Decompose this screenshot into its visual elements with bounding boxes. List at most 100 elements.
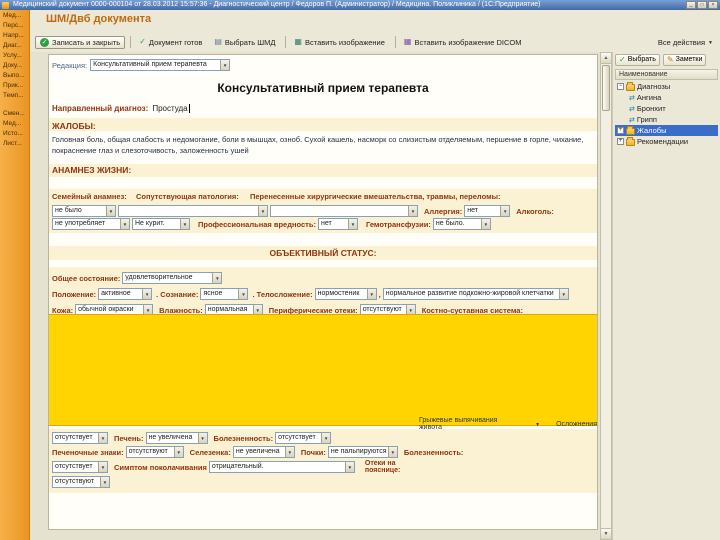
command-bar: Записать и закрыть Документ готов Выбрат…	[35, 34, 715, 50]
maximize-button[interactable]	[697, 1, 707, 9]
allergy-select[interactable]: нет	[464, 205, 511, 217]
save-and-close-button[interactable]: Записать и закрыть	[35, 35, 126, 49]
fat-tissue-select[interactable]: нормальное развитие подкожно-жировой кле…	[382, 288, 569, 300]
insert-image-button[interactable]: Вставить изображение	[289, 36, 389, 49]
abdomen-field-select[interactable]: отсутствует	[52, 432, 108, 444]
family-history-select[interactable]: не было	[52, 205, 116, 217]
liver-signs-select[interactable]: отсутствуют	[125, 446, 184, 458]
sidebar-item-9[interactable]: Темп...	[0, 90, 29, 100]
dropdown-arrow-icon	[238, 289, 248, 299]
body-build-select[interactable]: нормостеник	[314, 288, 377, 300]
dropdown-arrow-icon	[98, 433, 107, 443]
selection-highlight-block[interactable]	[49, 314, 597, 426]
tapping-symptom-select[interactable]: отрицательный.	[208, 461, 355, 473]
position-select[interactable]: активное	[98, 288, 153, 300]
kidneys-palpation-select[interactable]: не пальпируются	[327, 446, 398, 458]
surgery-select[interactable]	[270, 205, 418, 217]
sidebar-item-11[interactable]: Мед...	[0, 118, 29, 128]
dropdown-arrow-icon	[173, 447, 183, 457]
document-ready-button[interactable]: Документ готов	[134, 36, 207, 49]
sidebar-item-2[interactable]: Перс...	[0, 20, 29, 30]
objective-status-header: ОБЪЕКТИВНЫЙ СТАТУС:	[269, 248, 377, 258]
spleen-size-select[interactable]: не увеличена	[232, 446, 295, 458]
dropdown-arrow-icon	[106, 206, 115, 216]
scroll-up-button[interactable]	[601, 53, 611, 64]
scroll-down-button[interactable]	[601, 528, 611, 539]
edition-select[interactable]: Консультативный прием терапевта	[90, 59, 231, 71]
smoking-select[interactable]: Не курит.	[132, 218, 190, 230]
sections-panel: Мед... Перс... Напр... Диаг... Услу... Д…	[0, 10, 30, 540]
hernia-fragment[interactable]: Грыжевые выпячивания живота	[419, 417, 519, 431]
liver-pain-select[interactable]: отсутствует	[275, 432, 332, 444]
dropdown-arrow-icon	[500, 206, 510, 216]
form-area: ШМ/Двб документа Записать и закрыть Доку…	[30, 10, 720, 540]
text-cursor	[188, 104, 190, 113]
tree-item-diagnoses[interactable]: Диагнозы	[615, 81, 718, 92]
liver-label: Печень:	[114, 433, 144, 443]
vertical-scrollbar[interactable]	[600, 52, 612, 540]
surgery-label: Перенесенные хирургические вмешательства…	[250, 192, 501, 201]
folder-icon	[626, 82, 635, 91]
sidebar-item-6[interactable]: Доку...	[0, 60, 29, 70]
complaints-text[interactable]: Головная боль, общая слабость и недомога…	[52, 135, 592, 156]
sidebar-item-12[interactable]: Исто...	[0, 128, 29, 138]
sidebar-item-10[interactable]: Смен...	[0, 108, 29, 118]
consciousness-select[interactable]: ясное	[200, 288, 249, 300]
choose-template-button[interactable]: Выбрать ШМД	[209, 36, 280, 49]
template-panel-toolbar: Выбрать Заметки	[613, 52, 720, 67]
sidebar-item-13[interactable]: Лист...	[0, 138, 29, 148]
alcohol-select[interactable]: не употребляет	[52, 218, 130, 230]
tree-item-recommendations[interactable]: Рекомендации	[615, 136, 718, 147]
allergy-label: Аллергия:	[424, 206, 463, 216]
lumbar-edema-select[interactable]: отсутствуют	[52, 476, 110, 488]
template-sheet-icon	[214, 38, 222, 46]
liver-size-select[interactable]: не увеличена	[145, 432, 208, 444]
comorbidity-label: Сопутствующая патология:	[136, 192, 239, 201]
expand-icon[interactable]	[617, 138, 624, 145]
select-template-button[interactable]: Выбрать	[615, 53, 660, 66]
scrollbar-thumb[interactable]	[602, 65, 610, 111]
sidebar-item-5[interactable]: Услу...	[0, 50, 29, 60]
occupational-hazard-select[interactable]: нет	[317, 218, 358, 230]
sidebar-item-3[interactable]: Напр...	[0, 30, 29, 40]
general-condition-select[interactable]: удовлетворительное	[122, 272, 223, 284]
referral-diagnosis-label: Направленный диагноз:	[52, 104, 149, 113]
referral-diagnosis-value[interactable]: Простуда	[152, 104, 187, 113]
template-panel: Выбрать Заметки Наименование Диагнозы Ан…	[612, 52, 720, 540]
liver-pain-label: Болезненность:	[213, 433, 274, 443]
dropdown-arrow-icon	[480, 219, 490, 229]
minimize-button[interactable]	[686, 1, 696, 9]
kidney-pain-select[interactable]: отсутствует	[52, 461, 108, 473]
dropdown-arrow-icon	[120, 219, 129, 229]
window-titlebar: Медицинский документ 0000-000104 от 28.0…	[0, 0, 720, 10]
complications-fragment[interactable]: Осложнения	[556, 421, 597, 428]
tree-item-bronchitis[interactable]: Бронхит	[615, 103, 718, 114]
transfusion-select[interactable]: не было.	[432, 218, 491, 230]
sidebar-item-7[interactable]: Выпо...	[0, 70, 29, 80]
sidebar-item-8[interactable]: Прик...	[0, 80, 29, 90]
sidebar-item-4[interactable]: Диаг...	[0, 40, 29, 50]
dropdown-arrow-icon	[387, 447, 397, 457]
folder-icon	[626, 137, 635, 146]
close-button[interactable]	[708, 1, 718, 9]
all-actions-button[interactable]: Все действия	[658, 38, 715, 47]
dropdown-arrow-icon	[366, 289, 376, 299]
tree-item-angina[interactable]: Ангина	[615, 92, 718, 103]
insert-dicom-button[interactable]: Вставить изображение DICOM	[399, 36, 527, 49]
dropdown-arrow-icon	[408, 206, 417, 216]
template-leaf-icon	[629, 94, 635, 102]
tree-item-flu[interactable]: Грипп	[615, 114, 718, 125]
dicom-image-icon	[404, 38, 412, 46]
form-band	[49, 164, 597, 177]
kidney-pain-label: Болезненность:	[403, 447, 464, 457]
tapping-symptom-label: Симптом поколачивания	[114, 462, 207, 472]
collapse-icon[interactable]	[617, 83, 624, 90]
sidebar-item-1[interactable]: Мед...	[0, 10, 29, 20]
comorbidity-select[interactable]	[118, 205, 268, 217]
tree-item-complaints[interactable]: Жалобы	[615, 125, 718, 136]
complaints-header: ЖАЛОБЫ:	[52, 121, 96, 131]
notes-button[interactable]: Заметки	[662, 53, 707, 66]
general-condition-label: Общее состояние:	[52, 273, 121, 283]
liver-signs-label: Печеночные знаки:	[52, 447, 124, 457]
expand-icon[interactable]	[617, 127, 624, 134]
